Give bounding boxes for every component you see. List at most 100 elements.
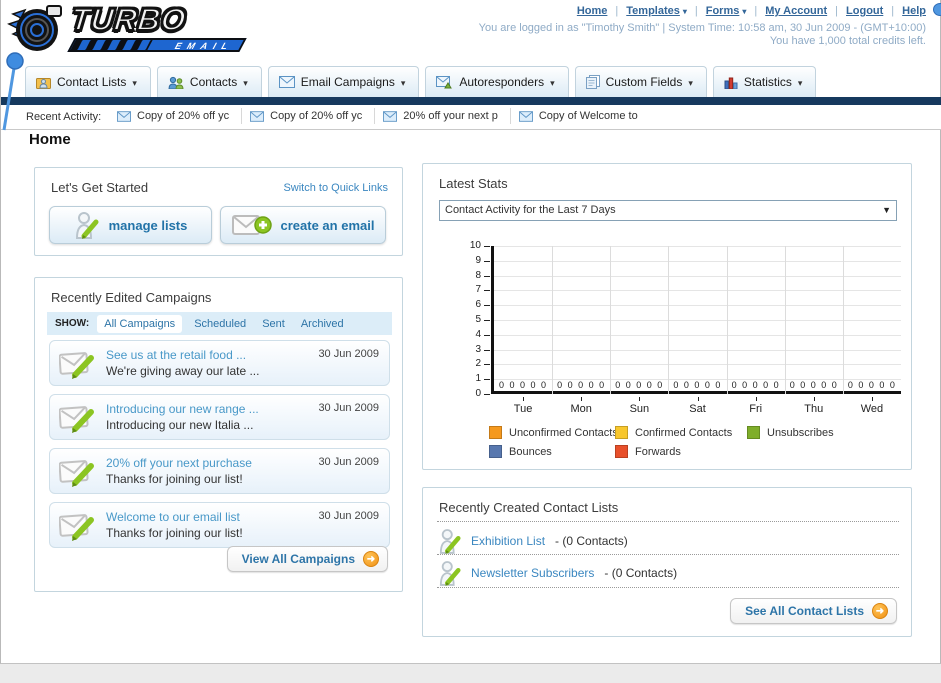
contact-list-item[interactable]: Newsletter Subscribers - (0 Contacts) [439,560,677,586]
campaign-title[interactable]: See us at the retail food ... [106,348,246,362]
header-link-forms[interactable]: Forms [687,5,747,17]
data-value-label: 0 [847,380,853,390]
y-axis-tick-label: 0 [475,388,481,399]
y-axis-tick-mark [484,260,490,262]
tab-custom-fields[interactable]: Custom Fields [574,66,707,97]
see-all-contact-lists-label: See All Contact Lists [745,604,864,618]
create-email-button[interactable]: create an email [220,206,386,244]
campaign-row[interactable]: 20% off your next purchase Thanks for jo… [49,448,390,494]
statistics-icon [724,77,738,89]
tab-contacts[interactable]: Contacts [156,66,262,97]
recent-activity-text: Copy of 20% off yc [270,110,363,122]
recent-activity-item[interactable]: Copy of 20% off yc [109,108,243,124]
y-axis-tick-label: 2 [475,358,481,370]
contact-list-link[interactable]: Newsletter Subscribers [471,566,594,580]
legend-item: Bounces [489,445,552,458]
recent-activity-item[interactable]: 20% off your next p [375,108,511,124]
campaign-title[interactable]: Introducing our new range ... [106,402,259,416]
x-axis-tick-label: Thu [804,403,824,415]
filter-sent[interactable]: Sent [262,318,285,330]
campaign-row[interactable]: See us at the retail food ... We're givi… [49,340,390,386]
header-link-logout[interactable]: Logout [827,5,883,17]
y-axis-tick-label: 5 [475,314,481,325]
envelope-icon [250,110,265,122]
arrow-right-icon [872,603,888,619]
recent-activity-bar: Recent Activity: Copy of 20% off yc Copy… [1,105,941,130]
chart-legend: Unconfirmed Contacts Confirmed Contacts Un… [489,426,899,466]
y-axis-tick-label: 3 [475,343,481,355]
data-value-label: 0 [742,380,748,390]
y-axis-tick-label: 10 [469,240,481,251]
legend-item: Confirmed Contacts [615,426,732,439]
y-axis-tick-label: 6 [475,299,481,311]
data-value-label: 0 [646,380,652,390]
get-started-panel: Let's Get Started Switch to Quick Links … [34,167,403,256]
recent-activity-text: 20% off your next p [403,110,498,122]
tab-autoresponders[interactable]: Autoresponders [425,66,569,97]
show-label: SHOW: [55,318,90,329]
page-footer-strip [0,664,941,683]
gridline [494,260,901,262]
help-bubble-icon[interactable] [933,3,941,16]
campaign-row[interactable]: Introducing our new range ... Introducin… [49,394,390,440]
legend-item: Unsubscribes [747,426,834,439]
filter-scheduled[interactable]: Scheduled [194,318,246,330]
data-value-label: 0 [615,380,621,390]
data-value-label: 0 [879,380,885,390]
tab-label: Contacts [190,75,248,89]
header-link-my-account[interactable]: My Account [746,5,827,17]
data-value-label: 0 [810,380,816,390]
filter-all-campaigns[interactable]: All Campaigns [97,314,183,333]
campaign-title[interactable]: Welcome to our email list [106,510,240,524]
data-value-label: 0 [683,380,689,390]
page-title: Home [29,131,71,148]
data-value-label: 0 [889,380,895,390]
contact-list-item[interactable]: Exhibition List - (0 Contacts) [439,528,628,554]
filter-archived[interactable]: Archived [301,318,344,330]
header-link-templates[interactable]: Templates [607,5,686,17]
campaign-title[interactable]: 20% off your next purchase [106,456,252,470]
x-axis-tick-label: Mon [570,403,592,415]
data-value-label: 0 [567,380,573,390]
data-value-label: 0 [752,380,758,390]
campaign-subtitle: Thanks for joining our list! [106,472,243,486]
campaign-subtitle: Thanks for joining our list! [106,526,243,540]
envelope-pencil-icon [59,460,94,487]
create-email-label: create an email [280,217,375,233]
stats-period-select[interactable]: Contact Activity for the Last 7 Days [439,200,897,221]
gridline [494,275,901,277]
see-all-contact-lists-button[interactable]: See All Contact Lists [730,598,897,624]
tab-label: Custom Fields [606,75,693,89]
person-pencil-icon [439,561,461,586]
data-value-label: 0 [673,380,679,390]
contact-list-link[interactable]: Exhibition List [471,534,545,548]
logo-bar-stripes [70,40,153,50]
dotted-divider [437,521,899,522]
manage-lists-label: manage lists [108,217,188,233]
envelope-pencil-icon [59,406,94,433]
y-axis-tick-mark [484,320,490,321]
person-pencil-icon [75,212,99,239]
campaign-row[interactable]: Welcome to our email list Thanks for joi… [49,502,390,548]
manage-lists-button[interactable]: manage lists [49,206,212,244]
view-all-campaigns-button[interactable]: View All Campaigns [226,546,388,572]
gridline [494,246,901,247]
chart-group-divider [668,246,670,394]
contact-lists-title: Recently Created Contact Lists [439,500,619,515]
recent-activity-item[interactable]: Copy of 20% off yc [242,108,376,124]
recent-activity-item[interactable]: Copy of Welcome to [511,108,650,124]
tab-statistics[interactable]: Statistics [712,66,817,97]
x-axis-tick-mark [639,397,641,401]
main-nav-tabs: Contact Lists Contacts Email Campaigns A… [25,66,817,97]
gridline [494,320,901,321]
switch-to-quick-links[interactable]: Switch to Quick Links [283,182,388,194]
data-value-label: 0 [694,380,700,390]
legend-swatch [615,445,628,458]
tab-email-campaigns[interactable]: Email Campaigns [267,66,420,97]
header-link-help[interactable]: Help [883,5,926,17]
get-started-title: Let's Get Started [51,180,149,195]
email-campaigns-icon [278,76,295,88]
stats-period-value: Contact Activity for the Last 7 Days [445,204,616,216]
tab-contact-lists[interactable]: Contact Lists [25,66,151,97]
header-link-home[interactable]: Home [577,5,608,17]
